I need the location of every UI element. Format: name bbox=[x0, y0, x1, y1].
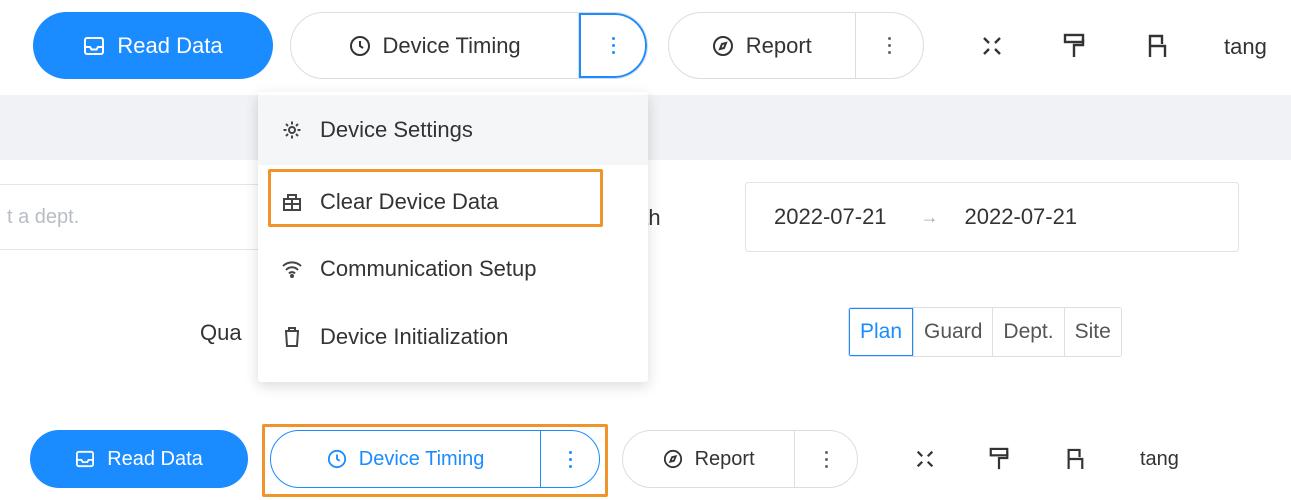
menu-item-device-settings[interactable]: Device Settings bbox=[258, 95, 648, 165]
compass-icon bbox=[712, 35, 733, 56]
more-icon bbox=[887, 37, 891, 54]
date-range-picker[interactable]: 2022-07-21 → 2022-07-21 bbox=[745, 182, 1239, 252]
toolbar-top: Read Data Device Timing Report tang bbox=[0, 12, 1291, 82]
fullscreen-icon[interactable] bbox=[912, 446, 938, 472]
read-data-button[interactable]: Read Data bbox=[33, 12, 273, 79]
dept-select[interactable]: t a dept. bbox=[0, 184, 274, 250]
compass-icon bbox=[663, 449, 682, 469]
view-segment-group: Plan Guard Dept. Site bbox=[848, 307, 1122, 357]
read-data-button[interactable]: Read Data bbox=[30, 430, 248, 488]
menu-item-communication-setup[interactable]: Communication Setup bbox=[258, 234, 648, 304]
gear-icon bbox=[283, 121, 301, 139]
paint-roller-icon[interactable] bbox=[1060, 30, 1088, 62]
date-end[interactable]: 2022-07-21 bbox=[965, 204, 1078, 230]
read-data-label: Read Data bbox=[107, 447, 203, 470]
more-icon bbox=[611, 37, 615, 54]
toolbar-bottom: Read Data Device Timing Report tang bbox=[0, 428, 1291, 498]
device-timing-more-button[interactable] bbox=[541, 431, 599, 487]
report-button[interactable]: Report bbox=[623, 431, 794, 487]
date-separator: → bbox=[920, 206, 939, 227]
more-icon bbox=[568, 450, 572, 468]
more-icon bbox=[824, 450, 828, 468]
print-icon[interactable] bbox=[1062, 444, 1088, 474]
device-timing-label: Device Timing bbox=[382, 32, 521, 58]
report-label: Report bbox=[694, 447, 755, 470]
clock-icon bbox=[327, 449, 346, 469]
segment-dept[interactable]: Dept. bbox=[992, 308, 1064, 356]
clock-icon bbox=[349, 35, 370, 56]
trash-icon bbox=[285, 327, 299, 347]
qua-label: Qua bbox=[200, 320, 242, 345]
report-more-button[interactable] bbox=[856, 13, 923, 78]
menu-item-label: Clear Device Data bbox=[320, 189, 499, 214]
read-data-label: Read Data bbox=[117, 32, 223, 58]
menu-item-label: Device Initialization bbox=[320, 324, 509, 349]
inbox-icon bbox=[84, 36, 105, 55]
menu-item-label: Device Settings bbox=[320, 117, 473, 142]
fullscreen-icon[interactable] bbox=[978, 32, 1006, 60]
report-button[interactable]: Report bbox=[669, 13, 855, 78]
report-more-button[interactable] bbox=[795, 431, 857, 487]
username[interactable]: tang bbox=[1140, 448, 1179, 471]
wifi-icon bbox=[282, 261, 302, 278]
menu-item-clear-device-data[interactable]: Clear Device Data bbox=[258, 167, 648, 237]
device-timing-label: Device Timing bbox=[358, 447, 485, 470]
segment-plan[interactable]: Plan bbox=[849, 308, 914, 356]
report-label: Report bbox=[745, 32, 812, 58]
menu-item-device-initialization[interactable]: Device Initialization bbox=[258, 302, 648, 372]
device-timing-split-button: Device Timing bbox=[290, 12, 648, 79]
device-timing-dropdown: Device Settings Clear Device Data Commun… bbox=[258, 92, 648, 382]
segment-guard[interactable]: Guard bbox=[913, 308, 993, 356]
inbox-icon bbox=[76, 450, 95, 468]
report-split-button: Report bbox=[668, 12, 924, 79]
device-timing-button[interactable]: Device Timing bbox=[291, 13, 578, 78]
segment-site[interactable]: Site bbox=[1063, 308, 1121, 356]
device-timing-button[interactable]: Device Timing bbox=[271, 431, 540, 487]
username[interactable]: tang bbox=[1224, 34, 1267, 60]
device-timing-split-button: Device Timing bbox=[270, 430, 600, 488]
date-start[interactable]: 2022-07-21 bbox=[774, 204, 887, 230]
database-icon bbox=[283, 194, 301, 211]
menu-item-label: Communication Setup bbox=[320, 256, 537, 281]
print-icon[interactable] bbox=[1143, 30, 1171, 62]
report-split-button: Report bbox=[622, 430, 858, 488]
device-timing-more-button[interactable] bbox=[579, 13, 647, 78]
paint-roller-icon[interactable] bbox=[986, 444, 1012, 474]
